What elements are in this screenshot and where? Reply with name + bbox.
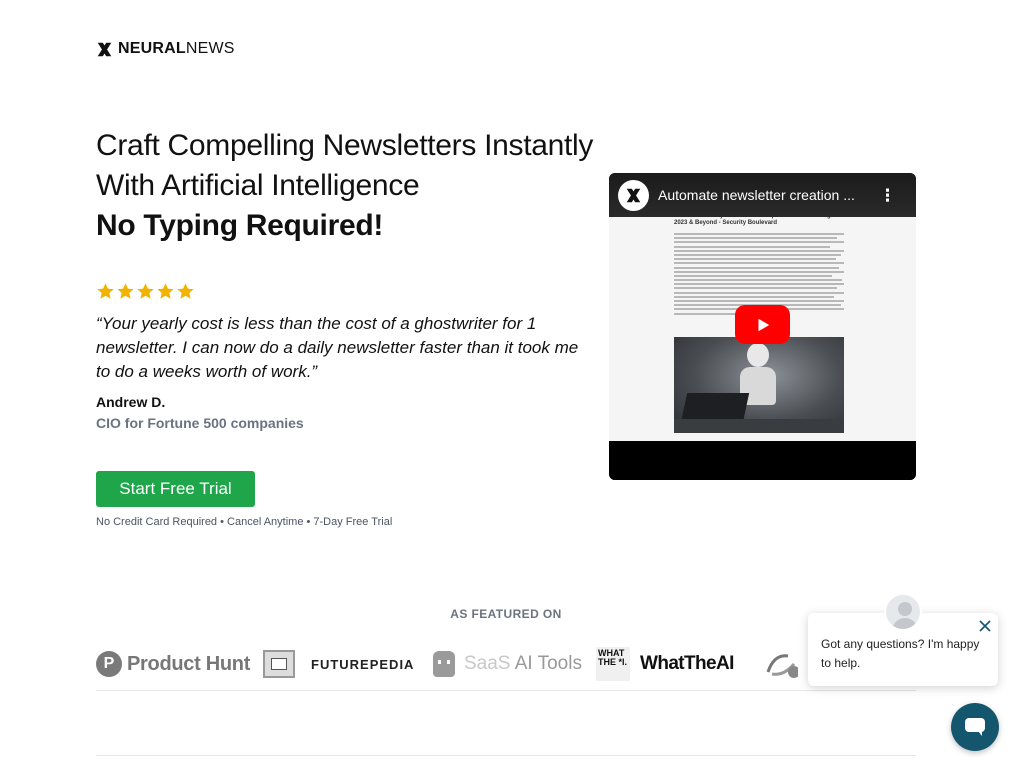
testimonial-author-title: CIO for Fortune 500 companies <box>96 415 304 431</box>
testimonial-quote: “Your yearly cost is less than the cost … <box>96 314 579 381</box>
video-embed[interactable]: 10 AI Tools Every Software Developer Sho… <box>609 173 916 480</box>
thumbnail-article: 10 AI Tools Every Software Developer Sho… <box>674 213 844 317</box>
divider <box>96 755 916 756</box>
channel-avatar[interactable] <box>618 179 649 211</box>
thumbnail-robot-image <box>674 337 844 433</box>
neuralnews-logo-icon <box>97 42 112 56</box>
more-vert-icon[interactable]: ⋮ <box>879 187 896 204</box>
testimonial-author: Andrew D. <box>96 394 166 410</box>
swirl-logo-icon <box>766 654 798 678</box>
neuralnews-logo-icon <box>626 188 641 202</box>
saas-ai-tools-logo[interactable]: SaaS AI Tools <box>433 646 582 682</box>
product-hunt-text: Product Hunt <box>127 652 251 675</box>
whattheai-text: WhatTheAI <box>640 653 734 674</box>
saas-ai-tools-text: SaaS AI Tools <box>464 653 582 674</box>
video-title-bar: Automate newsletter creation ... ⋮ <box>609 173 916 217</box>
futurepedia-icon <box>263 650 295 678</box>
star-icon <box>137 283 154 299</box>
start-free-trial-button[interactable]: Start Free Trial <box>96 471 255 507</box>
divider <box>96 690 916 691</box>
thumbnail-article-text <box>674 233 844 315</box>
whattheai-logo[interactable]: WHAT THE *I. WhatTheAI <box>596 646 734 682</box>
product-hunt-logo[interactable]: P Product Hunt <box>96 646 250 682</box>
play-icon <box>758 318 769 331</box>
robot-icon <box>433 651 455 677</box>
whattheai-icon: WHAT THE *I. <box>596 647 630 681</box>
chat-agent-avatar <box>884 593 922 631</box>
hero-line-3: No Typing Required! <box>96 209 384 242</box>
cta-fineprint: No Credit Card Required • Cancel Anytime… <box>96 516 393 528</box>
site-logo[interactable]: NEURALNEWS <box>96 40 235 58</box>
futurepedia-logo[interactable]: FUTUREPEDIA <box>263 646 414 682</box>
chat-bubble-icon <box>965 718 985 736</box>
featured-logo-partial[interactable] <box>764 646 798 682</box>
rating-stars <box>96 282 195 301</box>
close-icon[interactable] <box>978 619 992 633</box>
futurepedia-text: FUTUREPEDIA <box>311 656 415 672</box>
chat-launcher-button[interactable] <box>951 703 999 751</box>
star-icon <box>117 283 134 299</box>
video-bottom-bar <box>609 441 916 480</box>
video-title[interactable]: Automate newsletter creation ... <box>658 187 863 203</box>
hero-headline: Craft Compelling Newsletters Instantly W… <box>96 126 596 246</box>
product-hunt-icon: P <box>96 651 122 677</box>
chat-message: Got any questions? I'm happy to help. <box>821 637 980 670</box>
featured-logos: P Product Hunt FUTUREPEDIA SaaS AI Tools… <box>96 646 916 682</box>
hero-line-2: With Artificial Intelligence <box>96 169 420 202</box>
star-icon <box>97 283 114 299</box>
star-icon <box>177 283 194 299</box>
play-button[interactable] <box>735 305 790 344</box>
hero-line-1: Craft Compelling Newsletters Instantly <box>96 129 594 162</box>
brand-name: NEURALNEWS <box>118 40 235 57</box>
star-icon <box>157 283 174 299</box>
